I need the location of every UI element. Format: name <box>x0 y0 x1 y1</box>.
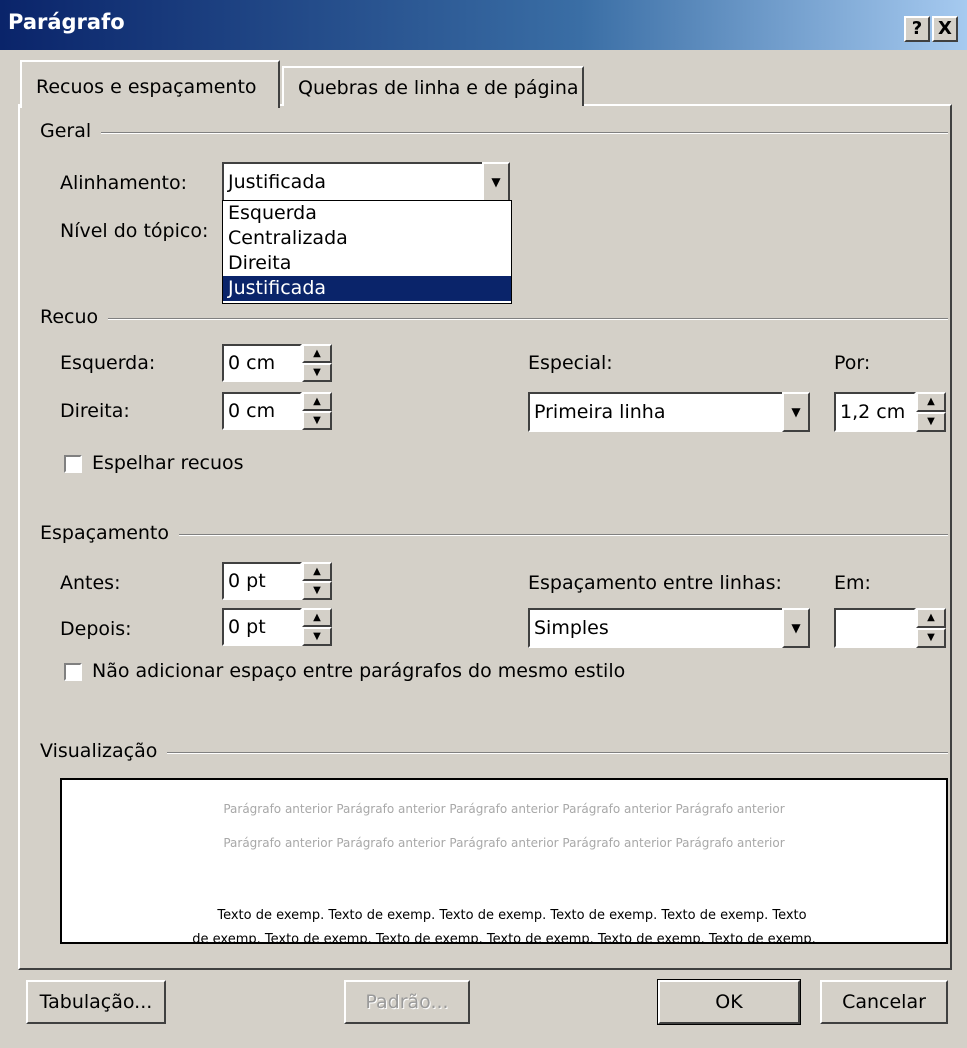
alinhamento-dropdown-list: Esquerda Centralizada Direita Justificad… <box>222 200 512 304</box>
spin-up-icon[interactable]: ▲ <box>916 392 946 412</box>
preview-sample-text: Texto de exemp. Texto de exemp. Texto de… <box>217 908 807 923</box>
spin-up-icon[interactable]: ▲ <box>302 608 332 627</box>
alinhamento-label: Alinhamento: <box>60 172 187 194</box>
chevron-down-icon: ▼ <box>791 405 801 419</box>
entre-linhas-label: Espaçamento entre linhas: <box>528 572 782 594</box>
antes-input[interactable]: 0 pt <box>222 562 302 600</box>
tabulacao-button[interactable]: Tabulação... <box>26 980 166 1024</box>
espelhar-recuos-label: Espelhar recuos <box>92 452 244 474</box>
ok-button[interactable]: OK <box>657 979 801 1025</box>
espelhar-recuos-checkbox[interactable] <box>64 455 82 473</box>
help-button[interactable]: ? <box>904 16 930 42</box>
window-title: Parágrafo <box>8 10 125 34</box>
spin-down-icon[interactable]: ▼ <box>302 627 332 646</box>
esquerda-spinner[interactable]: ▲ ▼ <box>302 344 332 382</box>
em-spinner[interactable]: ▲ ▼ <box>916 608 946 648</box>
preview-sample-text: de exemp. Texto de exemp. Texto de exemp… <box>192 932 816 944</box>
antes-spinner[interactable]: ▲ ▼ <box>302 562 332 600</box>
por-spinner[interactable]: ▲ ▼ <box>916 392 946 432</box>
spin-down-icon[interactable]: ▼ <box>302 411 332 430</box>
direita-spinner[interactable]: ▲ ▼ <box>302 392 332 430</box>
spin-down-icon[interactable]: ▼ <box>916 628 946 648</box>
direita-input[interactable]: 0 cm <box>222 392 302 430</box>
esquerda-label: Esquerda: <box>60 352 156 374</box>
especial-label: Especial: <box>528 352 613 374</box>
tab-label: Quebras de linha e de página <box>298 77 579 99</box>
spin-down-icon[interactable]: ▼ <box>916 412 946 432</box>
depois-label: Depois: <box>60 618 132 640</box>
especial-select[interactable]: Primeira linha <box>528 392 784 432</box>
entre-linhas-select[interactable]: Simples <box>528 608 784 648</box>
paragraph-preview: Parágrafo anterior Parágrafo anterior Pa… <box>60 778 948 944</box>
tab-quebras-de-linha[interactable]: Quebras de linha e de página <box>282 66 584 106</box>
dropdown-option-centralizada[interactable]: Centralizada <box>223 226 511 251</box>
chevron-down-icon: ▼ <box>491 175 501 189</box>
chevron-down-icon: ▼ <box>791 621 801 635</box>
nao-adicionar-espaco-checkbox[interactable] <box>64 663 82 681</box>
title-bar: Parágrafo ? X <box>0 0 967 50</box>
preview-previous-paragraph: Parágrafo anterior Parágrafo anterior Pa… <box>223 836 785 850</box>
recuo-divider <box>40 318 948 320</box>
em-label: Em: <box>834 572 871 594</box>
preview-previous-paragraph: Parágrafo anterior Parágrafo anterior Pa… <box>223 802 785 816</box>
esquerda-input[interactable]: 0 cm <box>222 344 302 382</box>
direita-label: Direita: <box>60 400 130 422</box>
em-input[interactable] <box>834 608 916 648</box>
depois-input[interactable]: 0 pt <box>222 608 302 646</box>
dropdown-option-justificada[interactable]: Justificada <box>223 276 511 301</box>
spin-up-icon[interactable]: ▲ <box>302 344 332 363</box>
nivel-topico-label: Nível do tópico: <box>60 220 209 242</box>
tab-label: Recuos e espaçamento <box>36 76 257 98</box>
padrao-button[interactable]: Padrão... <box>344 980 470 1024</box>
alinhamento-select[interactable]: Justificada <box>222 162 484 202</box>
spin-up-icon[interactable]: ▲ <box>302 562 332 581</box>
spin-up-icon[interactable]: ▲ <box>302 392 332 411</box>
spin-down-icon[interactable]: ▼ <box>302 363 332 382</box>
por-input[interactable]: 1,2 cm <box>834 392 916 432</box>
dropdown-option-direita[interactable]: Direita <box>223 251 511 276</box>
tab-recuos-e-espacamento[interactable]: Recuos e espaçamento <box>20 60 280 108</box>
alinhamento-dropdown-button[interactable]: ▼ <box>482 162 510 202</box>
spin-up-icon[interactable]: ▲ <box>916 608 946 628</box>
geral-header: Geral <box>40 120 102 142</box>
spin-down-icon[interactable]: ▼ <box>302 581 332 600</box>
cancelar-button[interactable]: Cancelar <box>820 980 948 1024</box>
depois-spinner[interactable]: ▲ ▼ <box>302 608 332 646</box>
visualizacao-header: Visualização <box>40 740 168 762</box>
dropdown-option-esquerda[interactable]: Esquerda <box>223 201 511 226</box>
nao-adicionar-espaco-label: Não adicionar espaço entre parágrafos do… <box>92 660 626 682</box>
close-button[interactable]: X <box>932 16 958 42</box>
antes-label: Antes: <box>60 572 121 594</box>
espacamento-header: Espaçamento <box>40 522 180 544</box>
visualizacao-divider <box>40 752 948 754</box>
recuo-header: Recuo <box>40 306 109 328</box>
por-label: Por: <box>834 352 871 374</box>
geral-divider <box>40 132 948 134</box>
entre-linhas-dropdown-button[interactable]: ▼ <box>782 608 810 648</box>
especial-dropdown-button[interactable]: ▼ <box>782 392 810 432</box>
